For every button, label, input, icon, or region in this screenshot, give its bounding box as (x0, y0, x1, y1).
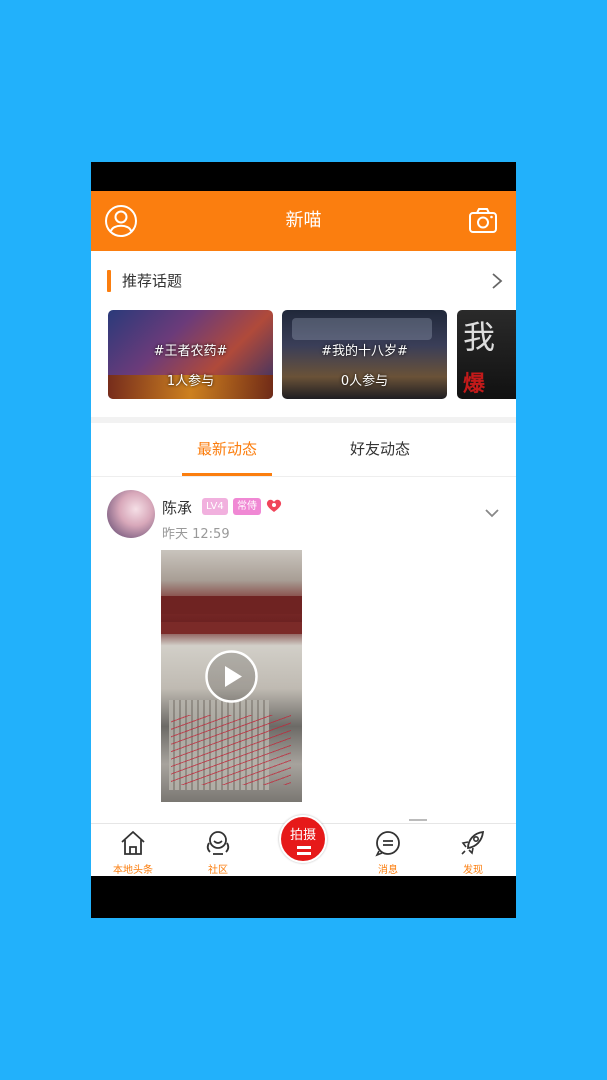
video-frame-detail (171, 715, 291, 785)
shoot-button[interactable]: 拍摄 (279, 815, 327, 863)
app-header: 新喵 (91, 191, 516, 251)
nav-messages-label: 消息 (378, 865, 398, 876)
topic-card[interactable]: #我的十八岁# 0人参与 (282, 310, 447, 399)
nav-discover-label: 发现 (463, 865, 483, 876)
video-thumbnail[interactable] (161, 550, 302, 802)
community-icon (206, 831, 230, 855)
rocket-icon (461, 830, 485, 855)
topic-card-tag: #王者农药# (153, 344, 228, 359)
topic-card-count: 1人参与 (166, 374, 215, 389)
chevron-down-icon[interactable] (484, 507, 500, 519)
feed-post: 陈承 LV4 常侍 昨天 12:59 (91, 478, 516, 823)
tab-latest[interactable]: 最新动态 (182, 423, 272, 476)
level-badge: LV4 (202, 498, 228, 515)
topic-cards-row: #王者农药# 1人参与 #我的十八岁# 0人参与 我 爆 # (108, 310, 516, 400)
camera-icon[interactable] (466, 204, 500, 238)
shoot-button-label: 拍摄 (289, 828, 316, 843)
recommended-topics-heading: 推荐话题 (122, 272, 183, 290)
topic-card[interactable]: #王者农药# 1人参与 (108, 310, 273, 399)
scroll-indicator (409, 819, 427, 821)
app-screen: 新喵 推荐话题 #王者农药# 1人参与 #我的十八岁# 0人参与 我 爆 最新动… (91, 191, 516, 876)
avatar[interactable] (107, 490, 155, 538)
nav-community-label: 社区 (208, 865, 228, 876)
chevron-right-icon[interactable] (490, 270, 504, 292)
post-timestamp: 昨天 12:59 (162, 527, 230, 542)
topic-card-count: 0人参与 (340, 374, 389, 389)
nav-home[interactable]: 本地头条 (98, 824, 168, 876)
bottom-navigation: 本地头条 社区 拍摄 消息 发现 (91, 815, 516, 876)
home-icon (121, 831, 145, 855)
recommended-topics-section: 推荐话题 #王者农药# 1人参与 #我的十八岁# 0人参与 我 爆 (91, 251, 516, 417)
topic-card-tag: #我的十八岁# (321, 344, 408, 359)
feed-tabs: 最新动态 好友动态 (91, 423, 516, 477)
topic-card-tag: # (457, 340, 516, 355)
video-frame-detail (161, 596, 302, 614)
card-image-text-red: 爆 (463, 372, 486, 397)
section-accent-bar (107, 270, 111, 292)
role-badge: 常侍 (233, 498, 261, 515)
post-username[interactable]: 陈承 (162, 497, 192, 518)
play-icon[interactable] (204, 649, 259, 704)
nav-messages[interactable]: 消息 (353, 824, 423, 876)
card-banner-image (292, 318, 432, 340)
nav-community[interactable]: 社区 (183, 824, 253, 876)
nav-discover[interactable]: 发现 (438, 824, 508, 876)
message-icon (375, 831, 400, 857)
page-title: 新喵 (285, 210, 322, 231)
topic-card[interactable]: 我 爆 # (457, 310, 516, 399)
phone-frame: 新喵 推荐话题 #王者农药# 1人参与 #我的十八岁# 0人参与 我 爆 最新动… (91, 162, 516, 918)
tab-friends[interactable]: 好友动态 (335, 423, 425, 476)
equals-icon (297, 846, 311, 855)
nav-home-label: 本地头条 (113, 865, 153, 876)
heart-badge-icon (266, 499, 282, 512)
video-frame-detail (161, 622, 302, 634)
